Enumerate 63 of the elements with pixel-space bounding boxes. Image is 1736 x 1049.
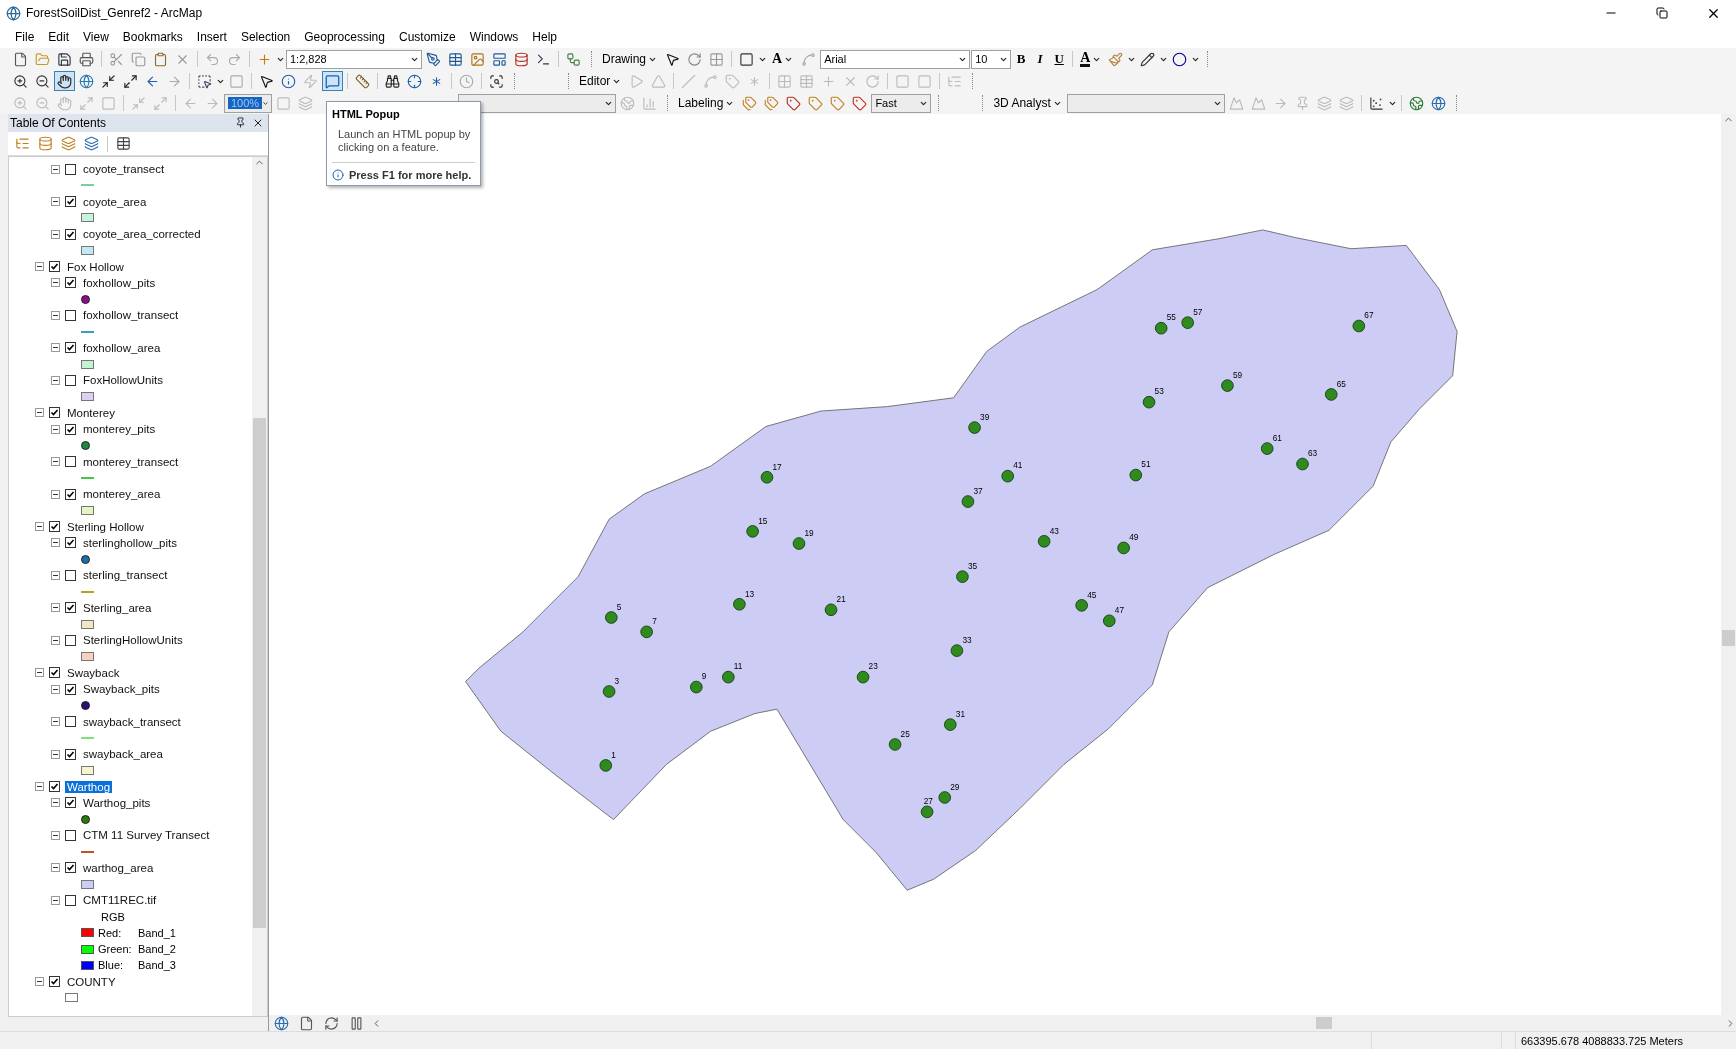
bold-button[interactable]: B — [1012, 49, 1031, 69]
band-name: Band_3 — [138, 959, 176, 972]
layer-name[interactable]: COUNTY — [65, 975, 118, 988]
layer-name[interactable]: monterey_pits — [81, 423, 158, 436]
tooltip-help: Press F1 for more help. — [349, 169, 472, 181]
3d-analyst-menu[interactable]: 3D Analyst — [989, 93, 1066, 113]
underline-button[interactable]: U — [1050, 49, 1069, 69]
drawing-menu[interactable]: Drawing — [598, 49, 661, 69]
band-channel: Red: — [98, 926, 123, 939]
layer-name[interactable]: coyote_area_corrected — [81, 228, 203, 241]
legend-label: RGB — [101, 910, 125, 923]
layer-name[interactable]: coyote_transect — [81, 163, 167, 176]
layer-name[interactable]: Sterling_area — [81, 601, 154, 614]
layer-name[interactable]: CTM 11 Survey Transect — [81, 829, 212, 842]
band-channel: Green: — [98, 943, 133, 956]
editor-menu[interactable]: Editor — [575, 71, 626, 91]
layer-name[interactable]: foxhollow_transect — [81, 309, 181, 322]
band-name: Band_2 — [138, 943, 176, 956]
menu-item[interactable]: Help — [525, 27, 565, 47]
layer-name[interactable]: Swayback_pits — [81, 683, 162, 696]
layer-name[interactable]: Monterey — [65, 406, 117, 419]
menu-item[interactable]: File — [8, 27, 42, 47]
layer-name[interactable]: monterey_transect — [81, 455, 181, 468]
menu-item[interactable]: Windows — [462, 27, 526, 47]
scale-field[interactable]: 1:2,828 — [286, 49, 422, 69]
layer-name[interactable]: CMT11REC.tif — [81, 894, 159, 907]
band-name: Band_1 — [138, 926, 176, 939]
layer-name[interactable]: SterlingHollowUnits — [81, 634, 185, 647]
menu-item[interactable]: Edit — [41, 27, 77, 47]
layer-name[interactable]: sterlinghollow_pits — [81, 536, 179, 549]
menu-item[interactable]: Geoprocessing — [297, 27, 392, 47]
text-tool[interactable]: A — [768, 49, 798, 69]
layer-name[interactable]: sterling_transect — [81, 569, 170, 582]
tooltip-text: Launch an HTML popup by clicking on a feature. — [337, 128, 472, 154]
layer-name[interactable]: swayback_transect — [81, 715, 183, 728]
layer-name[interactable]: Warthog_pits — [81, 796, 153, 809]
font-size-field[interactable]: 10 — [971, 49, 1012, 69]
menu-item[interactable]: Insert — [189, 27, 234, 47]
window-title: ForestSoilDist_Genref2 - ArcMap — [26, 6, 204, 20]
menu-item[interactable]: Selection — [233, 27, 298, 47]
tooltip-title: HTML Popup — [332, 108, 401, 120]
layer-name[interactable]: swayback_area — [81, 748, 165, 761]
layer-name[interactable]: foxhollow_pits — [81, 276, 158, 289]
menu-item[interactable]: Bookmarks — [115, 27, 190, 47]
layer-name[interactable]: Fox Hollow — [65, 260, 126, 273]
toc-title: Table Of Contents — [10, 116, 107, 130]
italic-button[interactable]: I — [1031, 49, 1050, 69]
menu-item[interactable]: View — [76, 27, 116, 47]
layer-name[interactable]: monterey_area — [81, 488, 163, 501]
layer-name[interactable]: warthog_area — [81, 861, 156, 874]
band-channel: Blue: — [98, 959, 125, 972]
coordinates-readout: 663395.678 4088833.725 Meters — [1520, 1034, 1684, 1047]
layer-name[interactable]: Sterling Hollow — [65, 520, 146, 533]
labeling-menu[interactable]: Labeling — [674, 93, 739, 113]
layer-name[interactable]: coyote_area — [81, 195, 149, 208]
layer-name[interactable]: FoxHollowUnits — [81, 374, 165, 387]
menu-item[interactable]: Customize — [391, 27, 463, 47]
layer-name[interactable]: Swayback — [65, 666, 122, 679]
font-color-button[interactable]: A — [1077, 49, 1105, 69]
layer-name[interactable]: foxhollow_area — [81, 341, 163, 354]
layer-name[interactable]: Warthog — [65, 780, 113, 793]
label-quality-field[interactable]: Fast — [871, 93, 932, 113]
font-field[interactable]: Arial — [820, 49, 971, 69]
